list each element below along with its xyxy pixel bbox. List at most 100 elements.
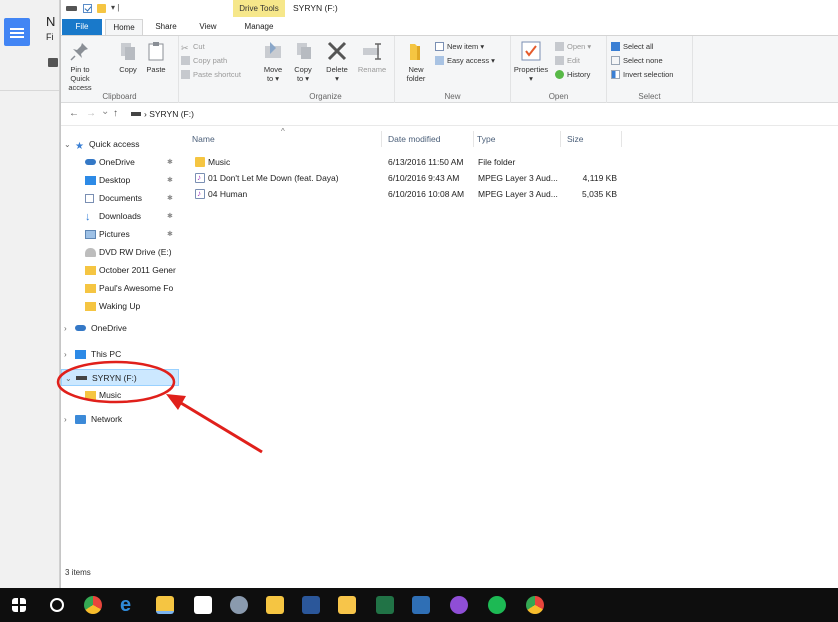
forward-button[interactable]: →: [86, 108, 96, 119]
edge-icon[interactable]: e: [120, 595, 138, 615]
nav-onedrive[interactable]: › OneDrive: [61, 320, 179, 337]
select-all-button[interactable]: Select all: [611, 41, 653, 53]
nav-item-folder[interactable]: October 2011 Gener: [61, 262, 179, 279]
invert-selection-label: Invert selection: [623, 70, 674, 79]
column-header-date[interactable]: Date modified: [388, 134, 440, 144]
column-separator[interactable]: [381, 131, 382, 147]
word-icon[interactable]: [302, 596, 320, 614]
tab-view[interactable]: View: [191, 19, 225, 35]
cortana-search-icon[interactable]: [50, 598, 64, 612]
nav-item-documents[interactable]: Documents ✱: [61, 190, 179, 207]
open-button[interactable]: Open ▾: [555, 41, 591, 53]
ribbon-tabs: File Home Share View Manage: [61, 18, 838, 36]
nav-item-dvd-drive[interactable]: DVD RW Drive (E:): [61, 244, 179, 261]
properties-quick-icon[interactable]: [83, 4, 92, 13]
tab-manage[interactable]: Manage: [233, 19, 285, 35]
excel-icon[interactable]: [376, 596, 394, 614]
rename-button[interactable]: Rename: [357, 40, 387, 74]
nav-item-downloads[interactable]: ↓ Downloads ✱: [61, 208, 179, 225]
up-button[interactable]: ↑: [113, 108, 118, 119]
expand-chevron-icon[interactable]: ›: [64, 346, 72, 363]
properties-button[interactable]: Properties ▾: [511, 40, 551, 83]
nav-item-folder[interactable]: Paul's Awesome Fo: [61, 280, 179, 297]
nav-item-pictures[interactable]: Pictures ✱: [61, 226, 179, 243]
history-button[interactable]: History: [555, 69, 590, 81]
expand-chevron-icon[interactable]: ⌄: [65, 370, 73, 385]
column-separator[interactable]: [560, 131, 561, 147]
file-row[interactable]: 04 Human 6/10/2016 10:08 AM MPEG Layer 3…: [191, 186, 651, 202]
column-separator[interactable]: [621, 131, 622, 147]
path-segment-drive[interactable]: SYRYN (F:): [149, 109, 194, 119]
nav-item-folder[interactable]: Waking Up: [61, 298, 179, 315]
new-folder-button[interactable]: New folder: [401, 40, 431, 83]
sticky-notes-icon[interactable]: [266, 596, 284, 614]
paste-button[interactable]: Paste: [145, 40, 167, 74]
nav-this-pc[interactable]: › This PC: [61, 346, 179, 363]
open-group-label: Open: [548, 92, 569, 101]
edit-button[interactable]: Edit: [555, 55, 580, 67]
copy-button[interactable]: Copy: [117, 40, 139, 74]
file-row[interactable]: 01 Don't Let Me Down (feat. Daya) 6/10/2…: [191, 170, 651, 186]
delete-button[interactable]: Delete ▾: [325, 40, 349, 83]
invert-selection-button[interactable]: Invert selection: [611, 69, 673, 81]
nav-item-desktop[interactable]: Desktop ✱: [61, 172, 179, 189]
nav-drive-syryn[interactable]: ⌄ SYRYN (F:): [61, 369, 179, 386]
media-player-icon[interactable]: [412, 596, 430, 614]
nav-item-onedrive-pinned[interactable]: OneDrive ✱: [61, 154, 179, 171]
open-icon: [555, 42, 564, 51]
chrome-icon[interactable]: [84, 596, 102, 614]
app-icon[interactable]: [230, 596, 248, 614]
expand-chevron-icon[interactable]: ⌄: [64, 136, 72, 153]
download-arrow-icon: ↓: [85, 211, 91, 223]
nav-network[interactable]: › Network: [61, 411, 179, 428]
file-row[interactable]: Music 6/13/2016 11:50 AM File folder: [191, 154, 651, 170]
store-icon[interactable]: [194, 596, 212, 614]
background-doc-menu: Fi: [46, 32, 54, 42]
expand-chevron-icon[interactable]: ›: [64, 320, 72, 337]
docs-menu-icon[interactable]: [4, 18, 30, 46]
recent-locations-button[interactable]: ⌄: [101, 106, 109, 117]
expand-chevron-icon[interactable]: ›: [64, 411, 72, 428]
pin-icon: ✱: [167, 213, 173, 220]
address-path[interactable]: › SYRYN (F:): [131, 109, 194, 119]
column-header-name[interactable]: Name: [192, 134, 215, 144]
column-header-size[interactable]: Size: [567, 134, 584, 144]
calculator-icon[interactable]: [338, 596, 356, 614]
nav-label: Waking Up: [99, 301, 141, 311]
easy-access-button[interactable]: Easy access ▾: [435, 55, 495, 67]
back-button[interactable]: ←: [69, 108, 79, 119]
spotify-icon[interactable]: [488, 596, 506, 614]
pin-icon: ✱: [167, 195, 173, 202]
copy-path-button[interactable]: Copy path: [181, 55, 227, 67]
pin-to-quick-access-button[interactable]: Pin to Quick access: [64, 40, 96, 92]
file-explorer-icon[interactable]: [156, 596, 174, 614]
print-icon[interactable]: [48, 58, 58, 67]
new-item-button[interactable]: New item ▾: [435, 41, 484, 53]
properties-dropdown-arrow[interactable]: ▾: [529, 74, 533, 83]
customize-quick-access-button[interactable]: ▾ |: [111, 3, 119, 12]
tab-home[interactable]: Home: [105, 19, 143, 36]
music-app-icon[interactable]: [450, 596, 468, 614]
paste-shortcut-button[interactable]: Paste shortcut: [181, 69, 241, 81]
copy-to-label: Copy to ▾: [294, 65, 312, 83]
chrome-profile-icon[interactable]: [526, 596, 544, 614]
history-label: History: [567, 70, 591, 79]
copy-to-button[interactable]: Copy to ▾: [291, 40, 315, 83]
tab-share[interactable]: Share: [149, 19, 183, 35]
select-none-button[interactable]: Select none: [611, 55, 663, 67]
move-to-button[interactable]: Move to ▾: [261, 40, 285, 83]
documents-icon: [85, 194, 94, 203]
nav-drive-music-folder[interactable]: Music: [61, 387, 179, 404]
new-folder-quick-icon[interactable]: [97, 4, 106, 13]
delete-dropdown-arrow[interactable]: ▾: [335, 74, 339, 83]
cut-button[interactable]: ✂ Cut: [181, 41, 205, 53]
tab-file[interactable]: File: [62, 19, 102, 35]
organize-group-label: Organize: [309, 92, 342, 101]
nav-label: DVD RW Drive (E:): [99, 247, 172, 257]
file-name: 04 Human: [208, 189, 248, 199]
audio-file-icon: [195, 186, 205, 202]
column-separator[interactable]: [473, 131, 474, 147]
nav-quick-access[interactable]: ⌄ ★ Quick access: [61, 136, 179, 153]
column-header-type[interactable]: Type: [477, 134, 495, 144]
start-windows-icon[interactable]: [12, 598, 26, 612]
